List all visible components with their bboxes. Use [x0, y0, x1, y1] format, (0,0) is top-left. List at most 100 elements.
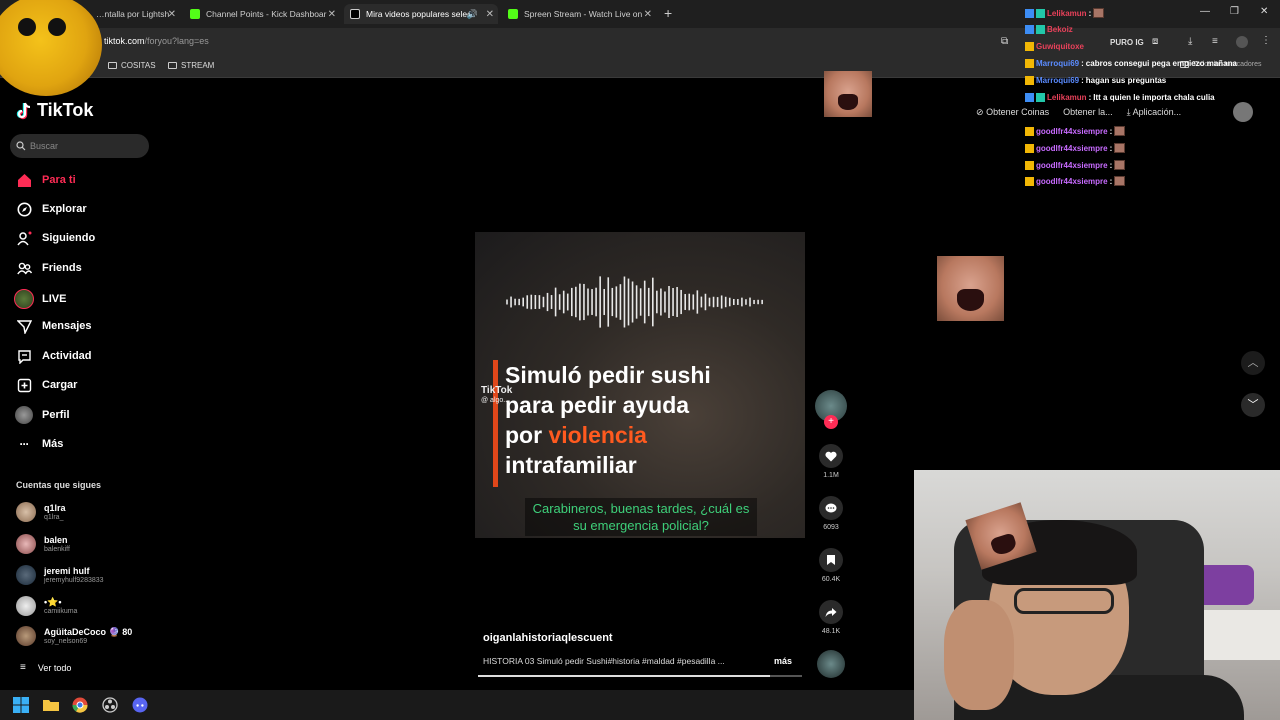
webcam-overlay: [914, 470, 1280, 720]
headline-por: por: [505, 422, 549, 448]
tab-lightshot[interactable]: …ntalla por Lightsh ✕: [96, 4, 180, 24]
close-icon[interactable]: ✕: [644, 9, 652, 20]
maximize-button[interactable]: ❐: [1230, 6, 1239, 17]
share-button[interactable]: 48.1K: [815, 600, 847, 635]
chat-message: Lelikamun:: [1025, 8, 1105, 18]
crown-icon: [1025, 59, 1034, 68]
nav-live[interactable]: LIVE: [14, 289, 66, 309]
video-author[interactable]: oiganlahistoriaqlescuent: [483, 632, 613, 644]
media-icon[interactable]: ≡: [1212, 36, 1218, 47]
like-button[interactable]: 1.1M: [815, 444, 847, 479]
video-caption: Carabineros, buenas tardes, ¿cuál es su …: [525, 498, 757, 536]
next-video-button[interactable]: ﹀: [1241, 393, 1265, 417]
comment-button[interactable]: 6093: [815, 496, 847, 531]
follow-plus-icon[interactable]: +: [824, 415, 838, 429]
save-button[interactable]: 60.4K: [815, 548, 847, 583]
windows-start-icon[interactable]: [13, 697, 29, 713]
emote-sticker: [824, 71, 872, 117]
top-actions: ⊘ Obtener Coinas Obtener la... ⤓ Aplicac…: [976, 100, 1181, 124]
chat-text: hagan sus preguntas: [1085, 76, 1167, 85]
account-handle: camiikuma: [44, 607, 78, 615]
tab-title: Spreen Stream - Watch Live on: [524, 9, 643, 19]
get-coins-button[interactable]: ⊘ Obtener Coinas: [976, 107, 1049, 118]
close-icon[interactable]: ✕: [486, 9, 494, 20]
search-input[interactable]: Buscar: [10, 134, 149, 158]
nav-mensajes[interactable]: Mensajes: [16, 318, 92, 334]
nav-label: Friends: [42, 262, 82, 274]
compass-icon: [16, 201, 32, 217]
account-item[interactable]: q1lra q1lra_: [16, 502, 66, 522]
see-all-button[interactable]: ≡ Ver todo: [20, 662, 71, 673]
crown-icon: [1025, 176, 1034, 186]
chat-message: goodlfr44xsiempre:: [1025, 160, 1126, 170]
crown-icon: [1025, 160, 1034, 170]
minimize-button[interactable]: —: [1200, 6, 1210, 17]
download-icon[interactable]: ⤓: [1188, 36, 1192, 47]
nav-label: Cargar: [42, 379, 78, 391]
tiktok-logo[interactable]: TikTok: [16, 100, 93, 121]
user-avatar[interactable]: [1233, 102, 1253, 122]
bookmark-folder-cositas[interactable]: COSITAS: [108, 61, 156, 70]
obs-icon[interactable]: [102, 697, 118, 713]
nav-mas[interactable]: ··· Más: [16, 436, 64, 452]
nav-friends[interactable]: Friends: [16, 260, 82, 276]
tab-tiktok[interactable]: Mira videos populares selec 🔊 ✕: [344, 4, 498, 24]
url-field[interactable]: tiktok.com/foryou?lang=es: [104, 36, 209, 46]
chrome-icon[interactable]: [72, 697, 88, 713]
profile-avatar[interactable]: [1236, 36, 1248, 48]
badge-icon: [1036, 25, 1045, 34]
crown-icon: [1025, 42, 1034, 51]
previous-video-button[interactable]: ︿: [1241, 351, 1265, 375]
account-item[interactable]: •⭐• camiikuma: [16, 596, 77, 616]
bookmark-folder-stream[interactable]: STREAM: [168, 61, 214, 70]
creator-avatar-button[interactable]: +: [815, 390, 847, 429]
download-icon: ⤓: [1126, 106, 1131, 117]
chat-message: Marroqui69: cabros consegui pega empiezo …: [1025, 59, 1237, 68]
video-progress-bar[interactable]: [478, 675, 802, 677]
account-item[interactable]: balen balenkiff: [16, 534, 70, 554]
file-explorer-icon[interactable]: [43, 697, 59, 713]
account-item[interactable]: AgüitaDeCoco 🔮 80 soy_nelson69: [16, 626, 132, 646]
badge-icon: [1025, 25, 1034, 34]
tab-kick-dashboard[interactable]: Channel Points - Kick Dashboar ✕: [190, 4, 340, 24]
app-download-button[interactable]: ⤓ Aplicación...: [1127, 107, 1182, 118]
get-app-button[interactable]: Obtener la...: [1063, 107, 1113, 117]
emote-mouth: [989, 532, 1018, 557]
more-icon: ···: [19, 437, 30, 451]
music-disc-icon[interactable]: [817, 650, 845, 678]
tab-spreen-stream[interactable]: Spreen Stream - Watch Live on ✕: [508, 4, 656, 24]
new-tab-button[interactable]: +: [664, 5, 672, 21]
kick-icon: [190, 9, 200, 19]
avatar: [16, 596, 36, 616]
account-item[interactable]: jeremi hulf jeremyhulf9283833: [16, 565, 104, 585]
nav-actividad[interactable]: Actividad: [16, 348, 92, 364]
address-bar[interactable]: tiktok.com/foryou?lang=es ⧉ PURO IG ⧈ ⤓ …: [0, 28, 1280, 56]
video-player[interactable]: TikTok @ algo... Simuló pedir sushi para…: [475, 232, 805, 538]
more-button[interactable]: más: [774, 656, 792, 666]
discord-icon[interactable]: [132, 697, 148, 713]
speaker-icon[interactable]: 🔊: [467, 9, 478, 20]
emoji-eye: [48, 18, 66, 36]
folder-icon: [108, 62, 117, 69]
tab-title: Channel Points - Kick Dashboar: [206, 9, 327, 19]
nav-label: Mensajes: [42, 320, 92, 332]
nav-label: Para ti: [42, 174, 76, 186]
chat-username: Lelikamun: [1047, 93, 1087, 102]
nav-explorar[interactable]: Explorar: [16, 201, 87, 217]
menu-icon[interactable]: ⋮: [1261, 35, 1271, 46]
nav-cargar[interactable]: Cargar: [16, 377, 77, 393]
extensions-icon[interactable]: ⧈: [1152, 36, 1158, 47]
window-close-button[interactable]: ✕: [1260, 6, 1268, 17]
account-name: •⭐•: [44, 596, 62, 607]
chat-message: Guwiquitoxe: [1025, 42, 1084, 51]
nav-perfil[interactable]: Perfil: [15, 406, 70, 424]
close-icon[interactable]: ✕: [328, 9, 336, 20]
close-icon[interactable]: ✕: [168, 9, 176, 20]
video-description: HISTORIA 03 Simuló pedir Sushi#historia …: [483, 656, 725, 666]
screen-cast-icon[interactable]: ⧉: [1001, 36, 1008, 47]
chat-message: Marroqui69: hagan sus preguntas: [1025, 76, 1166, 85]
headline-highlight: violencia: [548, 422, 647, 448]
nav-siguiendo[interactable]: Siguiendo: [16, 230, 95, 246]
nav-para-ti[interactable]: Para ti: [16, 172, 76, 188]
toolbar-extension-label[interactable]: PURO IG: [1110, 38, 1144, 47]
